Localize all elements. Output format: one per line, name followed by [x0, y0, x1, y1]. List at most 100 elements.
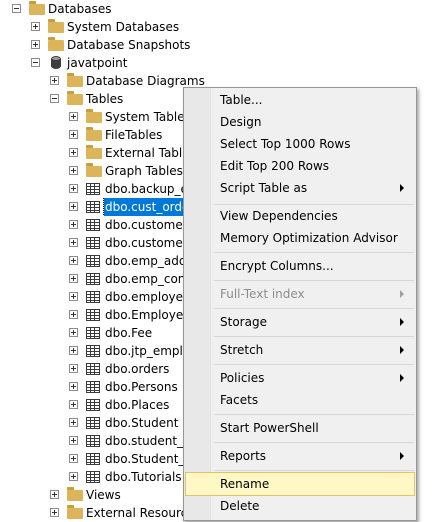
table-node[interactable]: dbo.backup_er	[0, 180, 183, 198]
table-node[interactable]: dbo.customer_	[0, 234, 183, 252]
tree-node-databases[interactable]: Databases	[0, 0, 200, 18]
table-node-label: dbo.Places	[105, 398, 170, 412]
table-node[interactable]: dbo.Fee	[0, 324, 183, 342]
table-node[interactable]: dbo.employee	[0, 288, 183, 306]
menu-item-storage[interactable]: Storage	[186, 311, 414, 333]
expand-icon[interactable]	[69, 472, 78, 481]
tree-node-tables[interactable]: Tables	[0, 90, 183, 108]
menu-separator	[214, 252, 414, 253]
menu-item-edit-top-rows[interactable]: Edit Top 200 Rows	[186, 155, 414, 177]
tree-node-database-snapshots[interactable]: Database Snapshots	[0, 36, 200, 54]
menu-item-label: Full-Text index	[220, 287, 305, 301]
menu-item-facets[interactable]: Facets	[186, 389, 414, 411]
tree-node-label: javatpoint	[67, 56, 128, 70]
expand-icon[interactable]	[69, 346, 78, 355]
expand-icon[interactable]	[69, 382, 78, 391]
menu-item-new-table[interactable]: Table...	[186, 89, 414, 111]
table-icon	[86, 471, 100, 483]
table-node-label: dbo.customer_	[105, 236, 183, 250]
collapse-icon[interactable]	[50, 94, 59, 103]
tree-node-label: External Resources	[86, 506, 183, 520]
menu-item-rename[interactable]: Rename	[185, 472, 415, 496]
expand-icon[interactable]	[31, 40, 40, 49]
table-node-label: dbo.customer	[105, 218, 183, 232]
expand-icon[interactable]	[50, 76, 59, 85]
table-icon	[86, 435, 100, 447]
menu-item-policies[interactable]: Policies	[186, 367, 414, 389]
table-node[interactable]: dbo.Tutorials	[0, 468, 183, 486]
expand-icon[interactable]	[69, 220, 78, 229]
tree-node-system-databases[interactable]: System Databases	[0, 18, 200, 36]
submenu-arrow-icon	[400, 318, 404, 326]
table-node-label: dbo.Fee	[105, 326, 153, 340]
table-node[interactable]: dbo.Places	[0, 396, 183, 414]
table-node[interactable]: dbo.student_da	[0, 432, 183, 450]
menu-item-encrypt-columns[interactable]: Encrypt Columns...	[186, 255, 414, 277]
expand-icon[interactable]	[69, 436, 78, 445]
tree-node-views[interactable]: Views	[0, 486, 183, 504]
table-node[interactable]: dbo.Persons	[0, 378, 183, 396]
database-icon	[51, 56, 61, 69]
menu-item-script-table-as[interactable]: Script Table as	[186, 177, 414, 199]
expand-icon[interactable]	[69, 328, 78, 337]
tree-node-external-resources[interactable]: External Resources	[0, 504, 183, 522]
expand-icon[interactable]	[69, 454, 78, 463]
menu-item-design[interactable]: Design	[186, 111, 414, 133]
menu-separator	[214, 470, 414, 471]
expand-icon[interactable]	[50, 490, 59, 499]
expand-icon[interactable]	[69, 274, 78, 283]
table-node[interactable]: dbo.Student_in	[0, 450, 183, 468]
table-node[interactable]: dbo.customer	[0, 216, 183, 234]
expand-icon[interactable]	[69, 130, 78, 139]
tree-node-database-diagrams[interactable]: Database Diagrams	[0, 72, 205, 90]
menu-item-view-dependencies[interactable]: View Dependencies	[186, 205, 414, 227]
tree-node-external-tables[interactable]: External Tables	[0, 144, 196, 162]
table-node[interactable]: dbo.Student	[0, 414, 183, 432]
expand-icon[interactable]	[69, 148, 78, 157]
table-node[interactable]: dbo.emp_addr	[0, 252, 183, 270]
tree-node-system-tables[interactable]: System Tables	[0, 108, 191, 126]
collapse-icon[interactable]	[31, 58, 40, 67]
table-node[interactable]: dbo.orders	[0, 360, 183, 378]
menu-separator	[214, 414, 414, 415]
table-icon	[86, 417, 100, 429]
table-node-label: dbo.Persons	[105, 380, 178, 394]
expand-icon[interactable]	[69, 292, 78, 301]
menu-item-label: Stretch	[220, 343, 264, 357]
folder-icon	[86, 145, 102, 159]
expand-icon[interactable]	[69, 112, 78, 121]
expand-icon[interactable]	[69, 166, 78, 175]
expand-icon[interactable]	[69, 310, 78, 319]
collapse-icon[interactable]	[12, 4, 21, 13]
expand-icon[interactable]	[69, 256, 78, 265]
submenu-arrow-icon	[400, 346, 404, 354]
expand-icon[interactable]	[69, 418, 78, 427]
expand-icon[interactable]	[31, 22, 40, 31]
menu-item-memory-optimization-advisor[interactable]: Memory Optimization Advisor	[186, 227, 414, 249]
table-node[interactable]: dbo.jtp_emplo	[0, 342, 183, 360]
submenu-arrow-icon	[400, 290, 404, 298]
table-node[interactable]: dbo.emp_cont	[0, 270, 183, 288]
expand-icon[interactable]	[69, 400, 78, 409]
menu-item-delete[interactable]: Delete	[186, 495, 414, 517]
menu-item-label: Facets	[220, 393, 259, 407]
expand-icon[interactable]	[69, 364, 78, 373]
table-node-label: dbo.Employee_	[105, 308, 183, 322]
table-node[interactable]: dbo.Employee_	[0, 306, 183, 324]
table-icon	[86, 183, 100, 195]
menu-item-reports[interactable]: Reports	[186, 445, 414, 467]
tree-node-javatpoint[interactable]: javatpoint	[0, 54, 200, 72]
expand-icon[interactable]	[69, 184, 78, 193]
menu-item-label: Select Top 1000 Rows	[220, 137, 351, 151]
expand-icon[interactable]	[50, 508, 59, 517]
menu-item-start-powershell[interactable]: Start PowerShell	[186, 417, 414, 439]
tree-node-filetables[interactable]: FileTables	[0, 126, 183, 144]
menu-item-stretch[interactable]: Stretch	[186, 339, 414, 361]
expand-icon[interactable]	[69, 238, 78, 247]
table-node-selected[interactable]: dbo.cust_order	[0, 198, 183, 216]
expand-icon[interactable]	[69, 202, 78, 211]
table-node-label: dbo.Student	[105, 416, 179, 430]
tree-node-graph-tables[interactable]: Graph Tables	[0, 162, 183, 180]
folder-icon	[86, 127, 102, 141]
menu-item-select-top-rows[interactable]: Select Top 1000 Rows	[186, 133, 414, 155]
